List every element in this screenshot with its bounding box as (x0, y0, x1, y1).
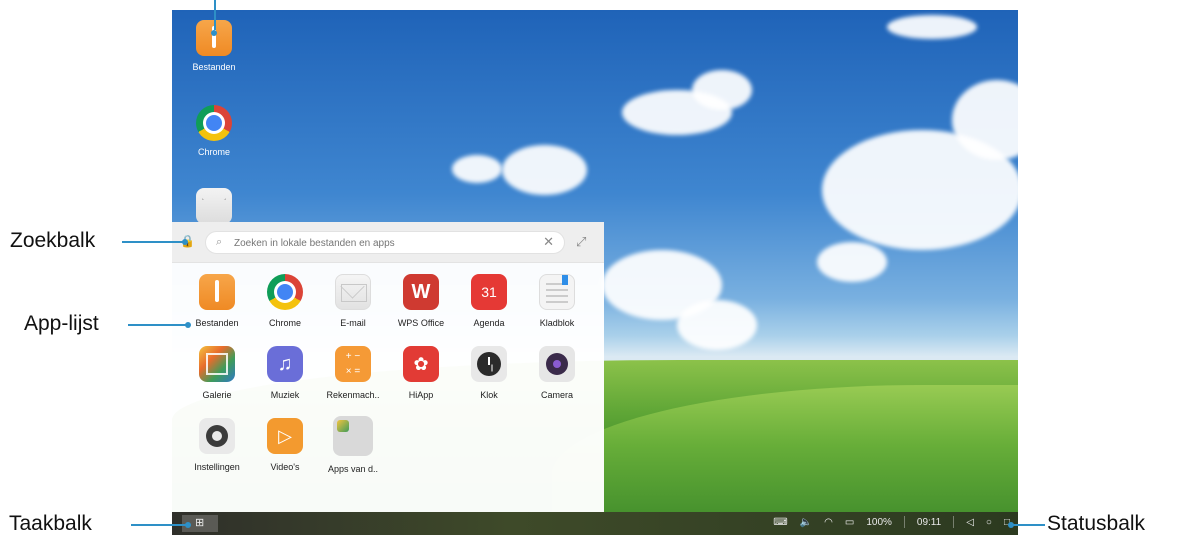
app-label: Rekenmach.. (326, 390, 380, 400)
app-rekenmachine[interactable]: + − × = Rekenmach.. (321, 346, 385, 400)
back-icon[interactable]: ◁ (966, 517, 974, 528)
search-input[interactable] (232, 234, 526, 253)
notepad-icon (539, 274, 575, 310)
grid-icon: ⊞ (195, 517, 205, 529)
email-icon (196, 188, 232, 224)
annotation-line-top (214, 0, 216, 30)
taskbar: ⊞ ⌨ 🔈 ◠ ▭ 100% 09:11 ◁ ○ □ (172, 512, 1018, 535)
wps-office-icon: W (403, 274, 439, 310)
app-label: E-mail (340, 318, 366, 328)
app-muziek[interactable]: ♫ Muziek (253, 346, 317, 400)
annotation-line (128, 324, 186, 326)
clear-icon[interactable]: ✕ (543, 234, 554, 250)
cloud (502, 145, 587, 195)
cloud (692, 70, 752, 110)
app-label: Instellingen (194, 462, 240, 472)
annotation-dot (182, 239, 188, 245)
app-bestanden[interactable]: Bestanden (185, 274, 249, 328)
music-icon: ♫ (267, 346, 303, 382)
hiapp-icon: ✿ (403, 346, 439, 382)
annotation-dot (185, 322, 191, 328)
email-icon (335, 274, 371, 310)
app-camera[interactable]: Camera (525, 346, 589, 400)
clock-time: 09:11 (916, 516, 942, 528)
annotation-dot (211, 30, 217, 36)
clock-icon (471, 346, 507, 382)
app-label: Apps van d.. (327, 464, 379, 474)
app-wps-office[interactable]: W WPS Office (389, 274, 453, 328)
keyboard-icon[interactable]: ⌨ (773, 517, 787, 528)
app-label: Bestanden (195, 318, 239, 328)
files-icon (199, 274, 235, 310)
annotation-line (131, 524, 187, 526)
app-galerie[interactable]: Galerie (185, 346, 249, 400)
app-launcher-panel: 🔒 ⌕ ✕ ⤢ Bestanden Chrome E-mail W WPS Of… (172, 222, 604, 514)
search-bar: 🔒 ⌕ ✕ ⤢ (172, 222, 604, 263)
annotation-statusbalk: Statusbalk (1047, 512, 1146, 535)
app-label: Chrome (268, 318, 301, 328)
annotation-taakbalk: Taakbalk (9, 512, 92, 535)
app-agenda[interactable]: 31 Agenda (457, 274, 521, 328)
app-chrome[interactable]: Chrome (253, 274, 317, 328)
calendar-icon: 31 (471, 274, 507, 310)
divider (953, 516, 955, 528)
annotation-dot (185, 522, 191, 528)
app-label: Galerie (202, 390, 232, 400)
app-label: Klok (480, 390, 498, 400)
cloud (887, 15, 977, 39)
app-folder-apps[interactable]: Apps van d.. (321, 416, 385, 474)
app-klok[interactable]: Klok (457, 346, 521, 400)
cloud (817, 242, 887, 282)
app-label: Muziek (270, 390, 300, 400)
search-icon: ⌕ (216, 236, 223, 248)
app-label: HiApp (408, 390, 434, 400)
cloud (452, 155, 502, 183)
app-label: Kladblok (539, 318, 575, 328)
annotation-line (1011, 524, 1045, 526)
settings-icon (199, 418, 235, 454)
camera-icon (539, 346, 575, 382)
status-bar: ⌨ 🔈 ◠ ▭ 100% 09:11 ◁ ○ □ (773, 516, 1010, 528)
desktop-icon-chrome[interactable]: Chrome (184, 105, 244, 157)
expand-icon[interactable]: ⤢ (576, 234, 586, 250)
wifi-icon[interactable]: ◠ (824, 517, 833, 528)
search-box[interactable]: ⌕ ✕ (205, 231, 565, 254)
folder-icon (333, 416, 373, 456)
cloud (677, 300, 757, 350)
calculator-icon: + − × = (335, 346, 371, 382)
app-hiapp[interactable]: ✿ HiApp (389, 346, 453, 400)
chrome-icon (267, 274, 303, 310)
volume-icon[interactable]: 🔈 (800, 517, 812, 528)
app-videos[interactable]: ▷ Video's (253, 418, 317, 472)
chrome-icon (196, 105, 232, 141)
annotation-zoekbalk: Zoekbalk (10, 229, 96, 252)
battery-percentage: 100% (866, 516, 892, 528)
annotation-line (122, 241, 184, 243)
gallery-icon (199, 346, 235, 382)
video-icon: ▷ (267, 418, 303, 454)
battery-icon: ▭ (844, 516, 855, 528)
divider (903, 516, 905, 528)
app-label: WPS Office (397, 318, 445, 328)
app-instellingen[interactable]: Instellingen (185, 418, 249, 472)
desktop-icon-label: Bestanden (192, 62, 236, 72)
app-label: Camera (540, 390, 573, 400)
home-icon[interactable]: ○ (986, 517, 992, 528)
app-label: Agenda (473, 318, 505, 328)
annotation-app-lijst: App-lijst (24, 312, 99, 335)
desktop-icon-label: Chrome (197, 147, 230, 157)
app-email[interactable]: E-mail (321, 274, 385, 328)
app-label: Video's (270, 462, 300, 472)
app-kladblok[interactable]: Kladblok (525, 274, 589, 328)
